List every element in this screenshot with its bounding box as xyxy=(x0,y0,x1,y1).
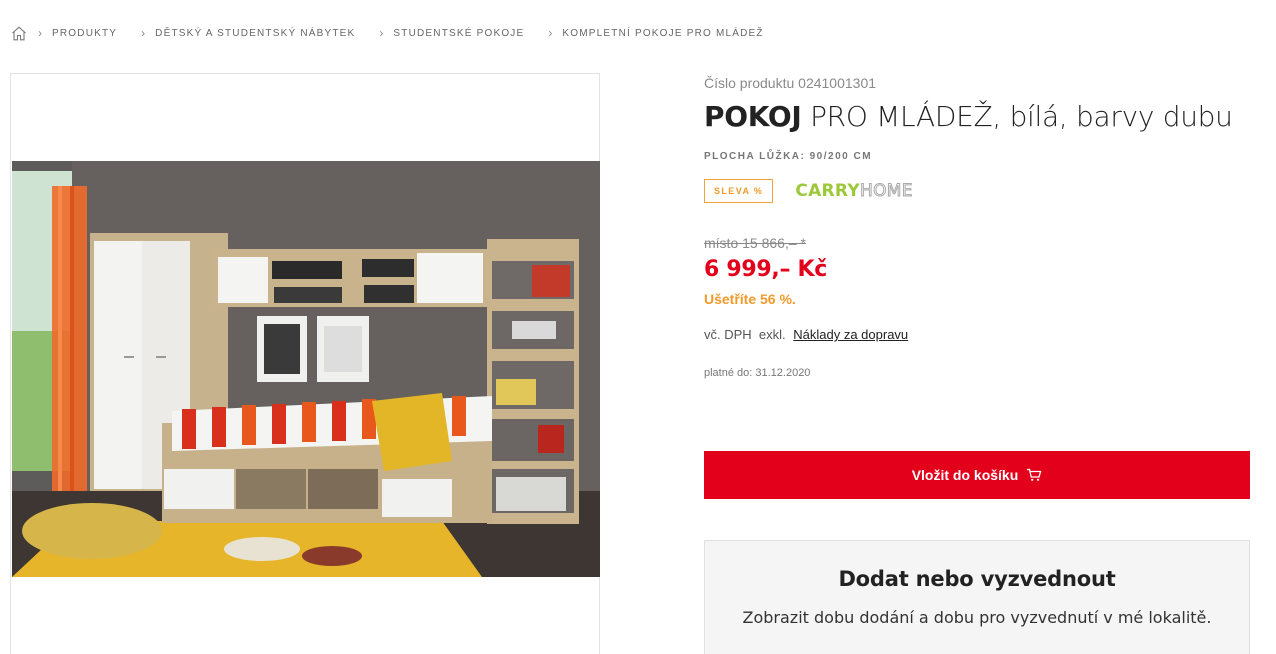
chevron-right-icon: › xyxy=(38,26,42,40)
delivery-text[interactable]: Zobrazit dobu dodání a dobu pro vyzvednu… xyxy=(705,608,1249,627)
product-number: Číslo produktu 0241001301 xyxy=(704,75,877,91)
valid-until: platné do: 31.12.2020 xyxy=(704,367,811,379)
saving-text: Ušetříte 56 %. xyxy=(704,291,796,307)
chevron-right-icon: › xyxy=(141,26,146,40)
vat-row: vč. DPH exkl. Náklady za dopravu xyxy=(704,327,1250,345)
delivery-box: Dodat nebo vyzvednout Zobrazit dobu dodá… xyxy=(704,540,1250,654)
breadcrumb-link[interactable]: STUDENTSKÉ POKOJE xyxy=(393,28,524,39)
breadcrumb-item-kids-furniture[interactable]: › DĚTSKÝ A STUDENTSKÝ NÁBYTEK xyxy=(137,26,355,40)
delivery-heading: Dodat nebo vyzvednout xyxy=(838,567,1116,591)
chevron-right-icon: › xyxy=(379,26,384,40)
breadcrumb-link[interactable]: KOMPLETNÍ POKOJE PRO MLÁDEŽ xyxy=(562,28,763,39)
cart-icon xyxy=(1026,468,1042,482)
sale-badge: SLEVA % xyxy=(704,179,774,203)
old-price: místo 15 866,– * xyxy=(704,235,806,251)
home-icon[interactable] xyxy=(10,24,28,42)
brand-logo-part1: CARRY xyxy=(795,181,861,201)
brand-logo[interactable]: CARRYHOME xyxy=(795,181,913,202)
breadcrumb-item-complete-rooms[interactable]: › KOMPLETNÍ POKOJE PRO MLÁDEŽ xyxy=(544,26,763,40)
chevron-right-icon: › xyxy=(548,26,553,40)
breadcrumb-item-student-rooms[interactable]: › STUDENTSKÉ POKOJE xyxy=(375,26,524,40)
breadcrumb-item-products[interactable]: › PRODUKTY xyxy=(34,26,117,40)
product-title-bold: POKOJ xyxy=(704,100,802,133)
bed-size-attribute: PLOCHA LŮŽKA: 90/200 CM xyxy=(704,151,873,162)
product-gallery[interactable] xyxy=(10,73,600,654)
breadcrumb-link[interactable]: PRODUKTY xyxy=(52,28,117,39)
shipping-costs-link[interactable]: Náklady za dopravu xyxy=(793,327,908,342)
vat-text: vč. DPH exkl. xyxy=(704,327,786,342)
add-to-cart-button[interactable]: Vložit do košíku xyxy=(704,451,1250,499)
breadcrumb: › PRODUKTY › DĚTSKÝ A STUDENTSKÝ NÁBYTEK… xyxy=(10,24,764,42)
badges-row: SLEVA % CARRYHOME xyxy=(704,178,1250,204)
product-photo[interactable] xyxy=(12,161,600,577)
product-title-rest: PRO MLÁDEŽ, bílá, barvy dubu xyxy=(801,100,1233,133)
current-price: 6 999,– Kč xyxy=(704,257,827,282)
breadcrumb-link[interactable]: DĚTSKÝ A STUDENTSKÝ NÁBYTEK xyxy=(155,28,355,39)
product-info: Číslo produktu 0241001301 POKOJ PRO MLÁD… xyxy=(704,73,1250,654)
brand-logo-part2: HOME xyxy=(860,181,913,202)
add-to-cart-label: Vložit do košíku xyxy=(911,467,1019,483)
product-title: POKOJ PRO MLÁDEŽ, bílá, barvy dubu xyxy=(704,97,1250,137)
